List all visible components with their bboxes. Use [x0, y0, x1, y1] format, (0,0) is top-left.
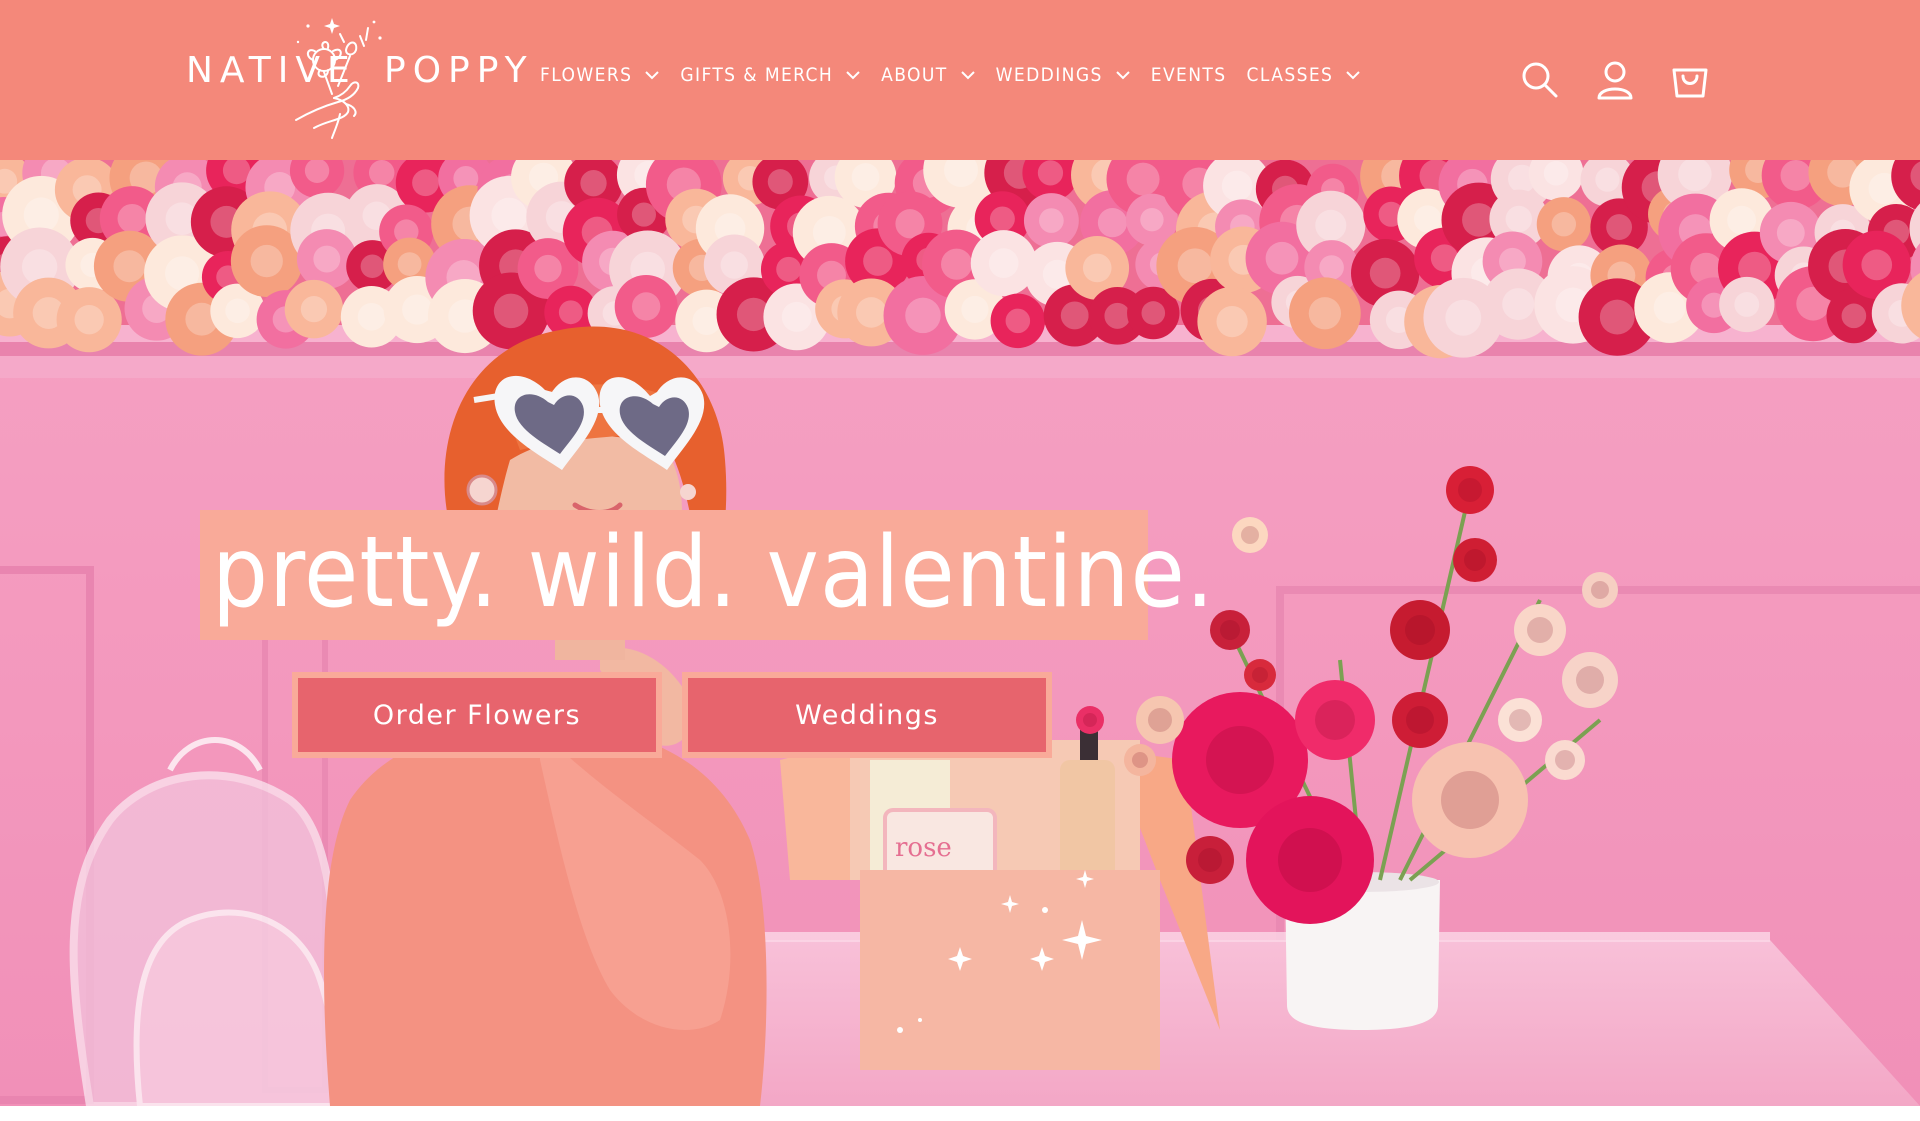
page-bottom-edge: [0, 1106, 1920, 1121]
nav-item-flowers[interactable]: FLOWERS: [540, 64, 660, 86]
hero-headline: pretty. wild. valentine.: [212, 516, 1215, 630]
wall-flower: [990, 293, 1046, 349]
bouquet-bloom: [1582, 572, 1618, 608]
nav-item-label: CLASSES: [1246, 64, 1334, 86]
chevron-down-icon: [846, 71, 860, 80]
wall-flower: [614, 275, 678, 338]
bouquet-bloom: [1186, 836, 1234, 884]
bouquet-bloom: [1246, 796, 1374, 924]
bouquet-bloom: [1498, 698, 1542, 742]
bouquet-bloom: [1244, 659, 1276, 691]
wall-flower: [1197, 286, 1267, 357]
nav-item-label: ABOUT: [881, 64, 948, 86]
bouquet-bloom: [1390, 600, 1450, 660]
chevron-down-icon: [645, 71, 660, 80]
native-poppy-logo[interactable]: NATIVE POPPY: [182, 16, 527, 142]
nav-item-events[interactable]: EVENTS: [1151, 64, 1227, 86]
nav-item-about[interactable]: ABOUT: [881, 64, 976, 86]
bouquet-bloom: [1562, 652, 1618, 708]
bouquet-bloom: [1124, 744, 1156, 776]
site-header: NATIVE POPPY FLOWERS GIFTS & MERCH ABOUT…: [0, 0, 1920, 160]
cart-icon: [1672, 68, 1708, 98]
chevron-down-icon: [960, 71, 975, 80]
bouquet-bloom: [1412, 742, 1528, 858]
main-nav: FLOWERS GIFTS & MERCH ABOUT WEDDINGS EVE…: [540, 64, 1381, 86]
rose-candle-label: rose: [895, 833, 952, 863]
bouquet-bloom: [1210, 610, 1250, 650]
bouquet-bloom: [1446, 466, 1494, 514]
weddings-label: Weddings: [795, 699, 939, 731]
poppy-hand-logo-icon: [295, 18, 382, 139]
nav-item-label: WEDDINGS: [995, 64, 1103, 86]
bouquet-bloom: [1392, 692, 1448, 748]
bouquet-bloom: [1076, 706, 1104, 734]
search-icon: [1522, 62, 1558, 98]
bouquet-bloom: [1232, 517, 1268, 553]
wall-flower: [1536, 197, 1591, 252]
wall-flower: [1719, 276, 1775, 333]
account-button[interactable]: [1593, 58, 1637, 102]
nav-item-label: FLOWERS: [540, 64, 633, 86]
nav-item-label: EVENTS: [1150, 64, 1227, 86]
account-icon: [1597, 61, 1633, 100]
nav-item-gifts-merch[interactable]: GIFTS & MERCH: [680, 64, 861, 86]
search-button[interactable]: [1518, 58, 1562, 102]
logo-word-poppy: POPPY: [384, 50, 534, 91]
wall-flower: [970, 230, 1037, 297]
wall-flower: [284, 279, 344, 339]
bouquet-bloom: [1453, 538, 1497, 582]
cart-button[interactable]: [1668, 58, 1712, 102]
nav-item-label: GIFTS & MERCH: [680, 64, 834, 86]
bouquet-bloom: [1545, 740, 1585, 780]
wall-flower: [1288, 277, 1361, 350]
order-flowers-button[interactable]: Order Flowers: [292, 672, 662, 758]
chevron-down-icon: [1346, 71, 1360, 80]
bouquet-bloom: [1295, 680, 1375, 760]
wall-flower: [1023, 193, 1079, 248]
bouquet-bloom: [1136, 696, 1184, 744]
order-flowers-label: Order Flowers: [372, 699, 582, 731]
nav-item-weddings[interactable]: WEDDINGS: [996, 64, 1131, 86]
weddings-button[interactable]: Weddings: [682, 672, 1052, 758]
chevron-down-icon: [1116, 71, 1130, 80]
nav-item-classes[interactable]: CLASSES: [1247, 64, 1362, 86]
bouquet-bloom: [1514, 604, 1566, 656]
